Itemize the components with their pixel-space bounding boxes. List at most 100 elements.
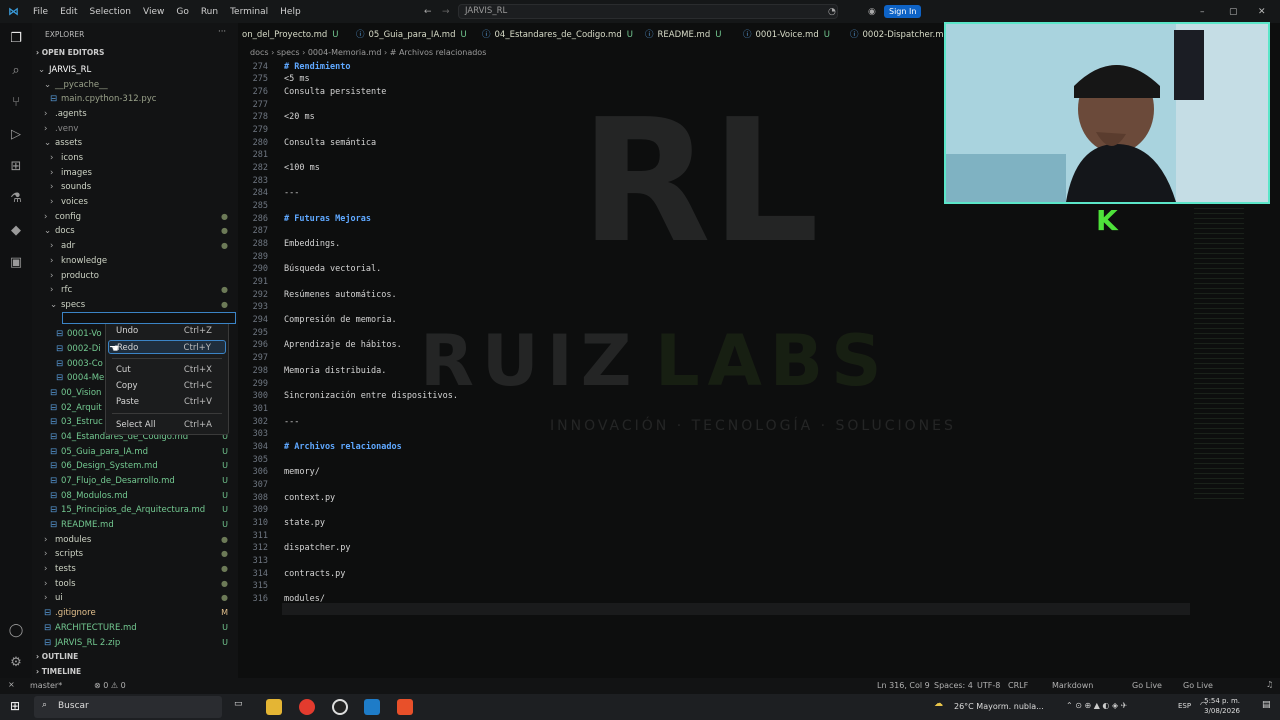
command-center-search[interactable]: JARVIS_RL xyxy=(458,4,838,19)
outline-section[interactable]: › OUTLINE xyxy=(36,652,78,661)
context-menu-item[interactable]: Copy Ctrl+C xyxy=(108,379,226,393)
remote-explorer-icon[interactable]: ▣ xyxy=(8,255,24,271)
code-line[interactable]: 303 xyxy=(238,428,268,441)
taskbar-search[interactable]: ⌕ Buscar xyxy=(34,696,222,718)
accounts-icon[interactable]: ◯ xyxy=(8,623,24,639)
editor-tab[interactable]: ⓘ 05_Guia_para_IA.md U xyxy=(356,27,467,44)
github-desktop-icon[interactable] xyxy=(332,699,348,715)
tree-item[interactable]: › scripts ● xyxy=(32,547,238,561)
code-line[interactable]: 298 Memoria distribuida. xyxy=(238,365,387,378)
forward-arrow-icon[interactable]: → xyxy=(442,7,450,17)
maximize-icon[interactable]: ▢ xyxy=(1229,7,1238,17)
brave-icon[interactable] xyxy=(397,699,413,715)
source-control-icon[interactable]: ⑂ xyxy=(8,95,24,111)
code-line[interactable]: 304 # Archivos relacionados xyxy=(238,441,402,454)
search-icon[interactable]: ⌕ xyxy=(8,63,24,79)
eol[interactable]: CRLF xyxy=(1008,681,1028,690)
tree-item[interactable]: ⊟ 07_Flujo_de_Desarrollo.md U xyxy=(32,474,238,488)
code-line[interactable]: 305 xyxy=(238,454,268,467)
indentation[interactable]: Spaces: 4 xyxy=(934,681,973,690)
rename-input[interactable] xyxy=(62,312,236,324)
code-line[interactable]: 279 xyxy=(238,124,268,137)
copilot-icon[interactable]: ◔ xyxy=(828,7,836,17)
code-line[interactable]: 307 xyxy=(238,479,268,492)
tree-item[interactable]: › ui ● xyxy=(32,591,238,605)
windows-start-icon[interactable]: ⊞ xyxy=(10,699,20,713)
editor-tab[interactable]: ⓘ 04_Estandares_de_Codigo.md U xyxy=(482,27,633,44)
code-line[interactable]: 299 xyxy=(238,378,268,391)
python-icon[interactable]: ◆ xyxy=(8,223,24,239)
context-menu-item[interactable]: Cut Ctrl+X xyxy=(108,363,226,377)
tree-item[interactable]: › .agents xyxy=(32,107,238,121)
code-line[interactable]: 301 xyxy=(238,403,268,416)
timeline-section[interactable]: › TIMELINE xyxy=(36,667,81,676)
context-menu-item[interactable]: Undo Ctrl+Z xyxy=(108,324,226,338)
code-line[interactable]: 293 xyxy=(238,301,268,314)
context-menu-item[interactable]: Select All Ctrl+A xyxy=(108,418,226,432)
go-live-2[interactable]: Go Live xyxy=(1183,681,1213,690)
code-line[interactable]: 312 dispatcher.py xyxy=(238,542,351,555)
code-line[interactable]: 277 xyxy=(238,99,268,112)
code-line[interactable]: 281 xyxy=(238,149,268,162)
code-line[interactable]: 275 <5 ms xyxy=(238,73,310,86)
tree-item[interactable]: › voices xyxy=(32,195,238,209)
tree-item[interactable]: ⌄ docs ● xyxy=(32,224,238,238)
code-line[interactable]: 282 <100 ms xyxy=(238,162,320,175)
tree-item[interactable]: ⊟ 06_Design_System.md U xyxy=(32,459,238,473)
sign-in-button[interactable]: Sign In xyxy=(884,5,922,18)
code-line[interactable]: 309 xyxy=(238,504,268,517)
clock-time[interactable]: 5:54 p. m. xyxy=(1204,697,1240,705)
context-menu-item[interactable]: Redo Ctrl+Y xyxy=(108,340,226,354)
branch-indicator[interactable]: master* xyxy=(30,681,62,690)
code-line[interactable]: 308 context.py xyxy=(238,492,336,505)
tree-item[interactable]: › icons xyxy=(32,151,238,165)
tree-item[interactable]: ⊟ 15_Principios_de_Arquitectura.md U xyxy=(32,503,238,517)
menu-view[interactable]: View xyxy=(137,7,170,17)
code-line[interactable]: 284 --- xyxy=(238,187,300,200)
back-arrow-icon[interactable]: ← xyxy=(424,7,432,17)
tree-item[interactable]: ⌄ __pycache__ xyxy=(32,78,238,92)
code-line[interactable]: 300 Sincronización entre dispositivos. xyxy=(238,390,458,403)
language-mode[interactable]: Markdown xyxy=(1052,681,1093,690)
code-line[interactable]: 286 # Futuras Mejoras xyxy=(238,213,371,226)
extensions-icon[interactable]: ⊞ xyxy=(8,159,24,175)
notification-center-icon[interactable]: ▤ xyxy=(1262,700,1271,710)
code-line[interactable]: 311 xyxy=(238,530,268,543)
task-view-icon[interactable]: ▭ xyxy=(234,699,243,709)
remote-icon[interactable]: ⨯ xyxy=(8,680,15,689)
account-globe-icon[interactable]: ◉ xyxy=(868,7,876,17)
menu-run[interactable]: Run xyxy=(195,7,224,17)
tree-item[interactable]: › producto xyxy=(32,269,238,283)
vscode-taskbar-icon[interactable] xyxy=(364,699,380,715)
language-indicator[interactable]: ESP xyxy=(1178,702,1191,710)
settings-gear-icon[interactable]: ⚙ xyxy=(8,655,24,671)
code-line[interactable]: 310 state.py xyxy=(238,517,325,530)
notifications-bell-icon[interactable]: ♫ xyxy=(1266,680,1273,689)
tree-item[interactable]: › tests ● xyxy=(32,562,238,576)
code-line[interactable]: 274 # Rendimiento xyxy=(238,61,351,74)
tree-item[interactable]: › tools ● xyxy=(32,577,238,591)
code-line[interactable]: 313 xyxy=(238,555,268,568)
code-line[interactable]: 315 xyxy=(238,580,268,593)
code-line[interactable]: 302 --- xyxy=(238,416,300,429)
weather-text[interactable]: 26°C Mayorm. nubla... xyxy=(954,702,1044,711)
code-line[interactable]: 316 modules/ xyxy=(238,593,325,606)
tree-item[interactable]: ⊟ README.md U xyxy=(32,518,238,532)
context-menu-item[interactable]: Paste Ctrl+V xyxy=(108,395,226,409)
close-icon[interactable]: ✕ xyxy=(1258,7,1266,17)
code-line[interactable]: 283 xyxy=(238,175,268,188)
code-line[interactable]: 288 Embeddings. xyxy=(238,238,341,251)
menu-edit[interactable]: Edit xyxy=(54,7,83,17)
encoding[interactable]: UTF-8 xyxy=(977,681,1000,690)
code-line[interactable]: 285 xyxy=(238,200,268,213)
code-line[interactable]: 276 Consulta persistente xyxy=(238,86,387,99)
editor-tab[interactable]: on_del_Proyecto.md U xyxy=(238,27,339,44)
testing-flask-icon[interactable]: ⚗ xyxy=(8,191,24,207)
menu-file[interactable]: File xyxy=(27,7,54,17)
tree-item[interactable]: ⊟ ARCHITECTURE.md U xyxy=(32,621,238,635)
minimize-icon[interactable]: – xyxy=(1200,7,1205,17)
tree-item[interactable]: ⊟ 05_Guia_para_IA.md U xyxy=(32,445,238,459)
problems-indicator[interactable]: ⊗ 0 ⚠ 0 xyxy=(94,681,126,690)
tree-item[interactable]: › knowledge xyxy=(32,254,238,268)
code-line[interactable]: 280 Consulta semántica xyxy=(238,137,376,150)
